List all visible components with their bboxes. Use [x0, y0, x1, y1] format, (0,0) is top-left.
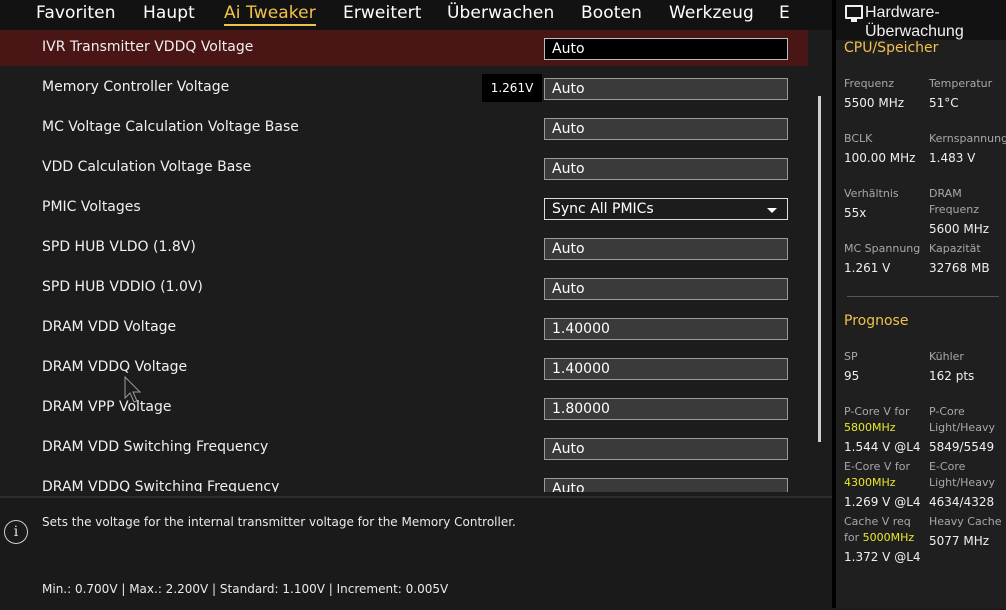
hardware-monitor-panel: Hardware-Überwachung CPU/Speicher Freque…: [836, 0, 1006, 608]
temperature-value: 51°C: [929, 96, 959, 110]
sp-label: SP: [844, 350, 858, 363]
setting-label: IVR Transmitter VDDQ Voltage: [42, 39, 254, 55]
tab-booten[interactable]: Booten: [581, 3, 642, 23]
ecore-voltage-label-text: E-Core V for: [844, 460, 911, 473]
mc-voltage-label: MC Spannung: [844, 242, 921, 255]
setting-row-dram-vdd-voltage[interactable]: DRAM VDD Voltage 1.40000: [0, 310, 808, 346]
section-divider: [847, 296, 999, 297]
ratio-label: Verhältnis: [844, 187, 899, 200]
tab-ai-tweaker[interactable]: Ai Tweaker: [224, 3, 316, 26]
top-navigation: Favoriten Haupt Ai Tweaker Erweitert Übe…: [0, 0, 832, 30]
pcore-voltage-value: 1.544 V @L4: [844, 440, 921, 454]
setting-row-spd-hub-vldo[interactable]: SPD HUB VLDO (1.8V) Auto: [0, 230, 808, 266]
dram-frequency-value: 5600 MHz: [929, 222, 990, 236]
heavy-cache-value: 5077 MHz: [929, 534, 990, 548]
bclk-label: BCLK: [844, 132, 873, 145]
help-panel: i Sets the voltage for the internal tran…: [0, 496, 832, 610]
cache-voltage-label: Cache V req for 5000MHz: [844, 514, 924, 546]
setting-row-spd-hub-vddio[interactable]: SPD HUB VDDIO (1.0V) Auto: [0, 270, 808, 306]
sp-value: 95: [844, 369, 860, 383]
monitor-icon: [845, 5, 863, 22]
setting-row-memory-controller-voltage[interactable]: Memory Controller Voltage 1.261V Auto: [0, 70, 808, 106]
cache-target-frequency: 5000MHz: [862, 531, 915, 544]
pcore-target-frequency: 5800MHz: [844, 421, 896, 434]
dropdown-value: Sync All PMICs: [552, 201, 654, 217]
pcore-voltage-label-text: P-Core V for: [844, 405, 910, 418]
bclk-value: 100.00 MHz: [844, 151, 916, 165]
hardware-monitor-title: Hardware-Überwachung: [865, 4, 964, 40]
hardware-monitor-header: Hardware-Überwachung: [836, 0, 1006, 40]
mc-voltage-value: 1.261 V: [844, 261, 891, 275]
cache-voltage-value: 1.372 V @L4: [844, 550, 921, 564]
setting-label: DRAM VDD Switching Frequency: [42, 439, 269, 455]
setting-row-dram-vddq-switching-freq[interactable]: DRAM VDDQ Switching Frequency Auto: [0, 470, 808, 492]
capacity-value: 32768 MB: [929, 261, 990, 275]
ratio-value: 55x: [844, 206, 867, 220]
setting-value-field[interactable]: 1.80000: [544, 398, 788, 420]
setting-value-field[interactable]: Auto: [544, 38, 788, 60]
setting-value-field[interactable]: Auto: [544, 238, 788, 260]
cpu-memory-section-title: CPU/Speicher: [844, 40, 939, 56]
setting-label: Memory Controller Voltage: [42, 79, 230, 95]
tab-exit[interactable]: E: [779, 3, 790, 23]
cooler-value: 162 pts: [929, 369, 975, 383]
tab-favoriten[interactable]: Favoriten: [36, 3, 116, 23]
setting-value-field[interactable]: 1.40000: [544, 358, 788, 380]
setting-row-dram-vdd-switching-freq[interactable]: DRAM VDD Switching Frequency Auto: [0, 430, 808, 466]
voltage-range-info: Min.: 0.700V | Max.: 2.200V | Standard: …: [42, 582, 449, 596]
ecore-target-frequency: 4300MHz: [844, 476, 896, 489]
heavy-cache-label: Heavy Cache: [929, 515, 1002, 528]
setting-label: VDD Calculation Voltage Base: [42, 159, 252, 175]
info-icon: i: [4, 520, 28, 544]
frequency-label: Frequenz: [844, 77, 895, 90]
setting-row-vdd-calc-base[interactable]: VDD Calculation Voltage Base Auto: [0, 150, 808, 186]
core-voltage-label: Kernspannung: [929, 132, 1006, 145]
tab-ueberwachen[interactable]: Überwachen: [447, 3, 554, 23]
setting-value-field[interactable]: 1.40000: [544, 318, 788, 340]
setting-row-pmic-voltages[interactable]: PMIC Voltages Sync All PMICs: [0, 190, 808, 226]
setting-label: DRAM VDD Voltage: [42, 319, 177, 335]
setting-label: MC Voltage Calculation Voltage Base: [42, 119, 299, 135]
pcore-light-heavy-label: P-Core Light/Heavy: [929, 405, 995, 434]
tab-haupt[interactable]: Haupt: [143, 3, 195, 23]
setting-value-field[interactable]: Auto: [544, 78, 788, 100]
setting-value-field[interactable]: Auto: [544, 478, 788, 492]
tab-werkzeug[interactable]: Werkzeug: [669, 3, 754, 23]
setting-label: SPD HUB VDDIO (1.0V): [42, 279, 203, 295]
ecore-light-heavy-value: 4634/4328: [929, 495, 995, 509]
pmic-voltages-dropdown[interactable]: Sync All PMICs: [544, 198, 788, 220]
setting-value-field[interactable]: Auto: [544, 438, 788, 460]
prognose-section-title: Prognose: [844, 313, 909, 329]
setting-value-field[interactable]: Auto: [544, 118, 788, 140]
current-voltage-tooltip: 1.261V: [482, 74, 542, 102]
setting-label: DRAM VDDQ Voltage: [42, 359, 188, 375]
frequency-value: 5500 MHz: [844, 96, 905, 110]
setting-value-field[interactable]: Auto: [544, 158, 788, 180]
core-voltage-value: 1.483 V: [929, 151, 976, 165]
cooler-label: Kühler: [929, 350, 964, 363]
dropdown-arrow-icon[interactable]: [767, 208, 777, 213]
setting-row-dram-vddq-voltage[interactable]: DRAM VDDQ Voltage 1.40000: [0, 350, 808, 386]
ecore-voltage-label: E-Core V for 4300MHz: [844, 459, 924, 491]
pcore-voltage-label: P-Core V for 5800MHz: [844, 404, 924, 436]
pcore-light-heavy-value: 5849/5549: [929, 440, 995, 454]
help-description: Sets the voltage for the internal transm…: [42, 515, 516, 529]
setting-row-dram-vpp-voltage[interactable]: DRAM VPP Voltage 1.80000: [0, 390, 808, 426]
tab-erweitert[interactable]: Erweitert: [343, 3, 422, 23]
setting-row-mc-voltage-calc-base[interactable]: MC Voltage Calculation Voltage Base Auto: [0, 110, 808, 146]
setting-label: SPD HUB VLDO (1.8V): [42, 239, 196, 255]
ecore-light-heavy-label: E-Core Light/Heavy: [929, 460, 995, 489]
temperature-label: Temperatur: [929, 77, 993, 90]
mouse-cursor-icon: [124, 375, 142, 403]
setting-value-field[interactable]: Auto: [544, 278, 788, 300]
setting-label: DRAM VDDQ Switching Frequency: [42, 479, 280, 492]
setting-row-ivr-transmitter-vddq[interactable]: IVR Transmitter VDDQ Voltage Auto: [0, 30, 808, 66]
capacity-label: Kapazität: [929, 242, 981, 255]
scrollbar[interactable]: [818, 96, 821, 442]
settings-list: IVR Transmitter VDDQ Voltage Auto Memory…: [0, 30, 832, 492]
setting-label: PMIC Voltages: [42, 199, 141, 215]
ecore-voltage-value: 1.269 V @L4: [844, 495, 921, 509]
dram-frequency-label: DRAM Frequenz: [929, 187, 980, 216]
